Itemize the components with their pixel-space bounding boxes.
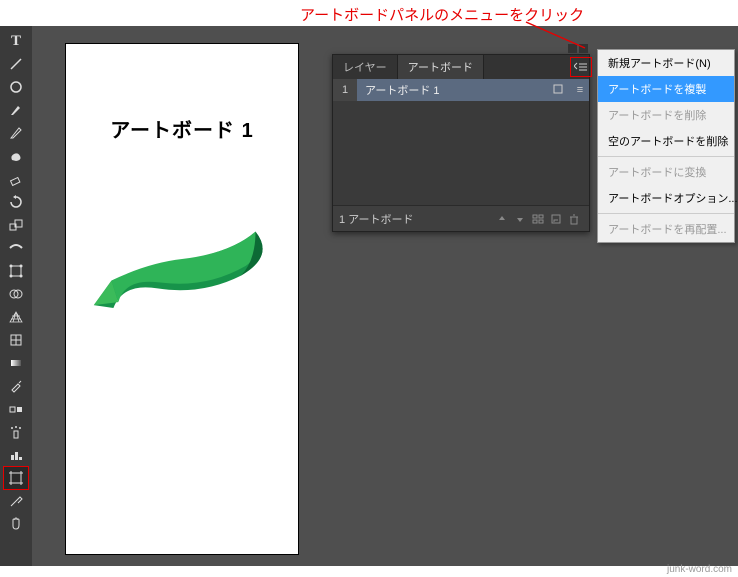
artboard-row[interactable]: 1 アートボード 1 ≡ <box>333 79 589 101</box>
menu-artboard-options[interactable]: アートボードオプション... <box>598 185 734 211</box>
rearrange-icon[interactable] <box>529 210 547 228</box>
delete-artboard-icon[interactable] <box>565 210 583 228</box>
panel-menu-button[interactable] <box>571 58 591 76</box>
artboard-count: 1 アートボード <box>339 211 493 227</box>
move-up-icon[interactable] <box>493 210 511 228</box>
gradient-tool[interactable] <box>4 352 28 374</box>
artboard-title-text: アートボード 1 <box>66 114 298 143</box>
column-graph-tool[interactable] <box>4 444 28 466</box>
slice-tool[interactable] <box>4 490 28 512</box>
shape-builder-tool[interactable] <box>4 283 28 305</box>
move-down-icon[interactable] <box>511 210 529 228</box>
panel-flyout-menu: 新規アートボード(N) アートボードを複製 アートボードを削除 空のアートボード… <box>597 49 735 243</box>
paintbrush-tool[interactable] <box>4 99 28 121</box>
menu-delete-empty-artboards[interactable]: 空のアートボードを削除 <box>598 128 734 154</box>
eraser-tool[interactable] <box>4 168 28 190</box>
eyedropper-tool[interactable] <box>4 375 28 397</box>
panel-body: 1 アートボード 1 ≡ <box>333 79 589 205</box>
watermark: junk-word.com <box>667 564 732 575</box>
artboards-panel: レイヤー アートボード 1 アートボード 1 ≡ 1 アートボード <box>332 54 590 232</box>
artboard-crop-icon[interactable] <box>545 83 571 98</box>
artboard-row-name: アートボード 1 <box>357 82 545 98</box>
scale-tool[interactable] <box>4 214 28 236</box>
artboard-tool[interactable] <box>4 467 28 489</box>
panel-empty-area <box>333 101 589 205</box>
menu-duplicate-artboard[interactable]: アートボードを複製 <box>598 76 734 102</box>
artboard-canvas[interactable]: アートボード 1 <box>66 44 298 554</box>
canvas-area: アートボード 1 <box>32 26 332 566</box>
annotation-text: アートボードパネルのメニューをクリック <box>300 4 584 25</box>
rotate-tool[interactable] <box>4 191 28 213</box>
menu-separator <box>598 156 734 157</box>
artboard-row-index: 1 <box>333 79 357 101</box>
toolbar: T <box>0 26 32 566</box>
menu-separator <box>598 213 734 214</box>
ellipse-tool[interactable] <box>4 76 28 98</box>
menu-rearrange-artboards: アートボードを再配置... <box>598 216 734 242</box>
mesh-tool[interactable] <box>4 329 28 351</box>
free-transform-tool[interactable] <box>4 260 28 282</box>
ribbon-artwork <box>84 212 280 330</box>
blend-tool[interactable] <box>4 398 28 420</box>
panel-footer: 1 アートボード <box>333 205 589 231</box>
hand-tool[interactable] <box>4 513 28 535</box>
artboard-row-menu-icon[interactable]: ≡ <box>571 84 589 96</box>
pencil-tool[interactable] <box>4 122 28 144</box>
new-artboard-icon[interactable] <box>547 210 565 228</box>
menu-convert-to-artboard: アートボードに変換 <box>598 159 734 185</box>
symbol-sprayer-tool[interactable] <box>4 421 28 443</box>
menu-delete-artboard: アートボードを削除 <box>598 102 734 128</box>
width-tool[interactable] <box>4 237 28 259</box>
perspective-grid-tool[interactable] <box>4 306 28 328</box>
blob-brush-tool[interactable] <box>4 145 28 167</box>
